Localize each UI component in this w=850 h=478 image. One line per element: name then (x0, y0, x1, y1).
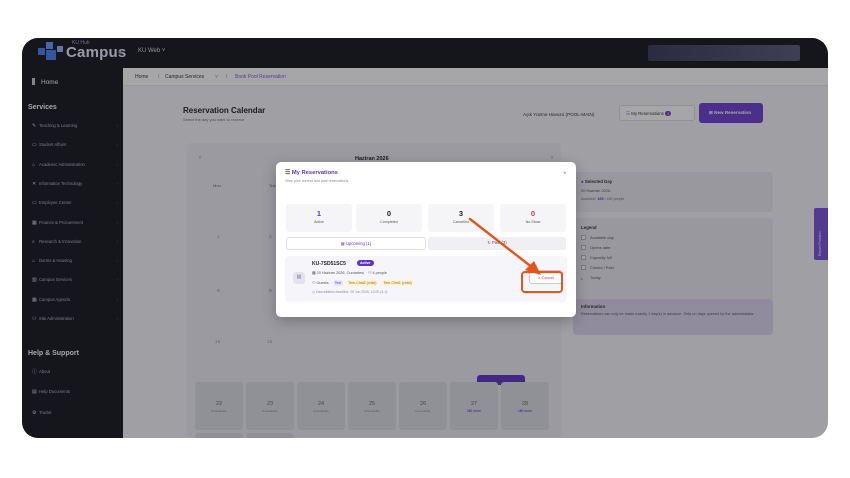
app-window: KU Hub Campus « KU Web ˅ Home Services ✎… (22, 38, 828, 438)
cancel-highlight-box (521, 271, 563, 293)
annotation-arrow (468, 217, 541, 275)
